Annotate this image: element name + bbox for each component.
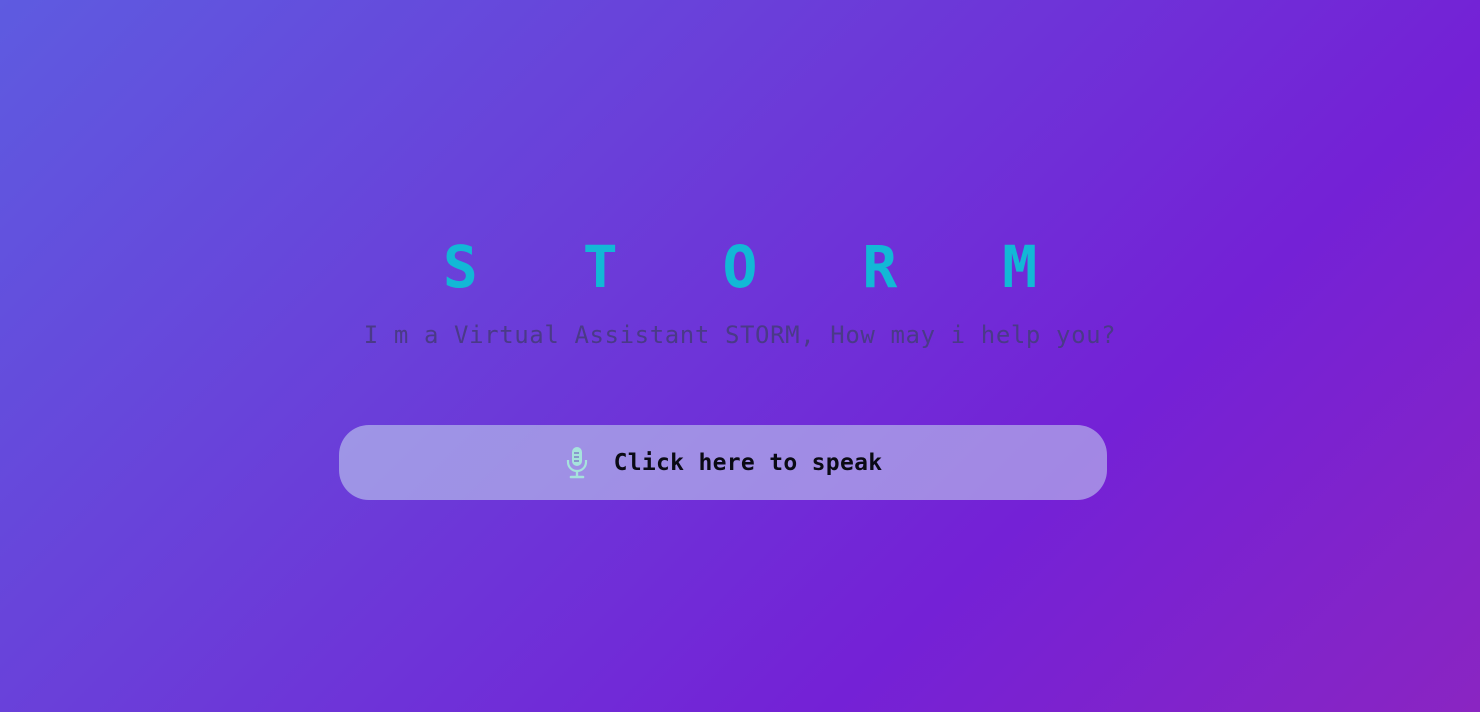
page-title: S T O R M: [442, 233, 1073, 301]
microphone-icon: [564, 446, 590, 480]
speak-button[interactable]: Click here to speak: [339, 425, 1107, 500]
speak-button-label: Click here to speak: [613, 449, 883, 476]
assistant-greeting: I m a Virtual Assistant STORM, How may i…: [363, 321, 1117, 349]
